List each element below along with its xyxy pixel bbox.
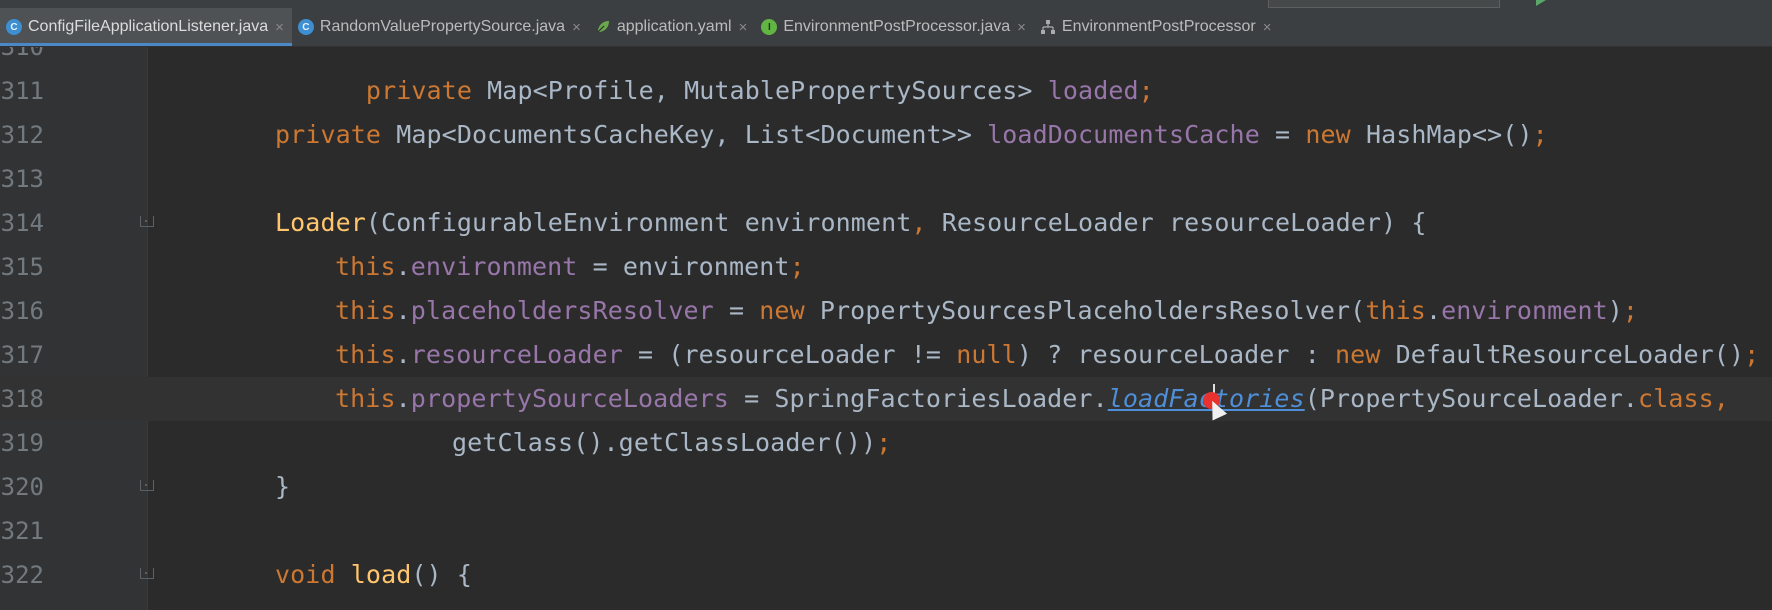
code-line: 311 <box>0 69 1772 113</box>
editor-tab-bar: C ConfigFileApplicationListener.java × C… <box>0 8 1772 47</box>
code-line: 321 <box>0 509 1772 553</box>
tab-configfileapplicationlistener[interactable]: C ConfigFileApplicationListener.java × <box>0 8 292 46</box>
java-class-icon: C <box>297 19 314 35</box>
code-text: this.resourceLoader = (resourceLoader !=… <box>335 340 1760 369</box>
line-number: 321 <box>0 517 44 545</box>
close-icon[interactable]: × <box>739 19 748 36</box>
line-number: 319 <box>0 429 44 457</box>
line-number: 317 <box>0 341 44 369</box>
code-text: void load() { <box>275 560 472 589</box>
line-number: 312 <box>0 121 44 149</box>
code-text: private Map<DocumentsCacheKey, List<Docu… <box>275 120 1548 149</box>
run-configuration-selector[interactable] <box>1268 0 1500 8</box>
line-number: 310 <box>0 47 44 61</box>
tab-application-yaml[interactable]: application.yaml × <box>589 8 756 46</box>
close-icon[interactable]: × <box>1017 19 1026 36</box>
code-line: 322 void load() { <box>0 553 1772 597</box>
code-line-current: 318 this.propertySourceLoaders = SpringF… <box>0 377 1772 421</box>
tab-environmentpostprocessor-hierarchy[interactable]: EnvironmentPostProcessor × <box>1034 8 1280 46</box>
line-number: 322 <box>0 561 44 589</box>
java-interface-icon: I <box>761 19 778 35</box>
tab-label: RandomValuePropertySource.java <box>319 18 566 35</box>
code-line: 310 private Map<Profile, MutableProperty… <box>0 47 1772 105</box>
code-line: 315 this.environment = environment; <box>0 245 1772 289</box>
code-text: this.environment = environment; <box>335 252 805 281</box>
run-icon[interactable] <box>1536 0 1546 6</box>
close-icon[interactable]: × <box>572 19 581 36</box>
code-text: } <box>275 472 291 501</box>
tab-label: EnvironmentPostProcessor.java <box>783 18 1011 35</box>
tab-environmentpostprocessor-java[interactable]: I EnvironmentPostProcessor.java × <box>755 8 1034 46</box>
fold-icon[interactable] <box>136 213 156 233</box>
line-number: 314 <box>0 209 44 237</box>
line-number: 318 <box>0 385 44 413</box>
line-number: 315 <box>0 253 44 281</box>
tab-randomvaluepropertysource[interactable]: C RandomValuePropertySource.java × <box>292 8 589 46</box>
code-line: 319 getClass().getClassLoader()); <box>0 421 1772 465</box>
code-text: this.propertySourceLoaders = SpringFacto… <box>335 384 1729 413</box>
close-icon[interactable]: × <box>275 19 284 36</box>
code-editor[interactable]: 310 private Map<Profile, MutableProperty… <box>0 47 1772 610</box>
code-line: 316 this.placeholdersResolver = new Prop… <box>0 289 1772 333</box>
yaml-leaf-icon <box>595 19 611 35</box>
line-number: 320 <box>0 473 44 501</box>
line-number: 311 <box>0 77 44 105</box>
tab-label: ConfigFileApplicationListener.java <box>28 18 269 35</box>
navigation-bar <box>0 0 1772 8</box>
java-class-icon: C <box>6 19 22 35</box>
line-number: 313 <box>0 165 44 193</box>
code-text: Loader(ConfigurableEnvironment environme… <box>275 208 1427 237</box>
code-line: 314 Loader(ConfigurableEnvironment envir… <box>0 201 1772 245</box>
fold-icon[interactable] <box>136 565 156 585</box>
code-line: 313 <box>0 157 1772 201</box>
code-line: 320 } <box>0 465 1772 509</box>
fold-icon[interactable] <box>136 477 156 497</box>
code-text: this.placeholdersResolver = new Property… <box>335 296 1639 325</box>
code-text: getClass().getClassLoader()); <box>452 428 892 457</box>
tab-label: EnvironmentPostProcessor <box>1061 18 1256 35</box>
close-icon[interactable]: × <box>1263 19 1272 36</box>
hierarchy-icon <box>1040 19 1056 35</box>
code-line: 312 private Map<DocumentsCacheKey, List<… <box>0 113 1772 157</box>
line-number: 316 <box>0 297 44 325</box>
code-line: 317 this.resourceLoader = (resourceLoade… <box>0 333 1772 377</box>
tab-label: application.yaml <box>616 18 732 35</box>
